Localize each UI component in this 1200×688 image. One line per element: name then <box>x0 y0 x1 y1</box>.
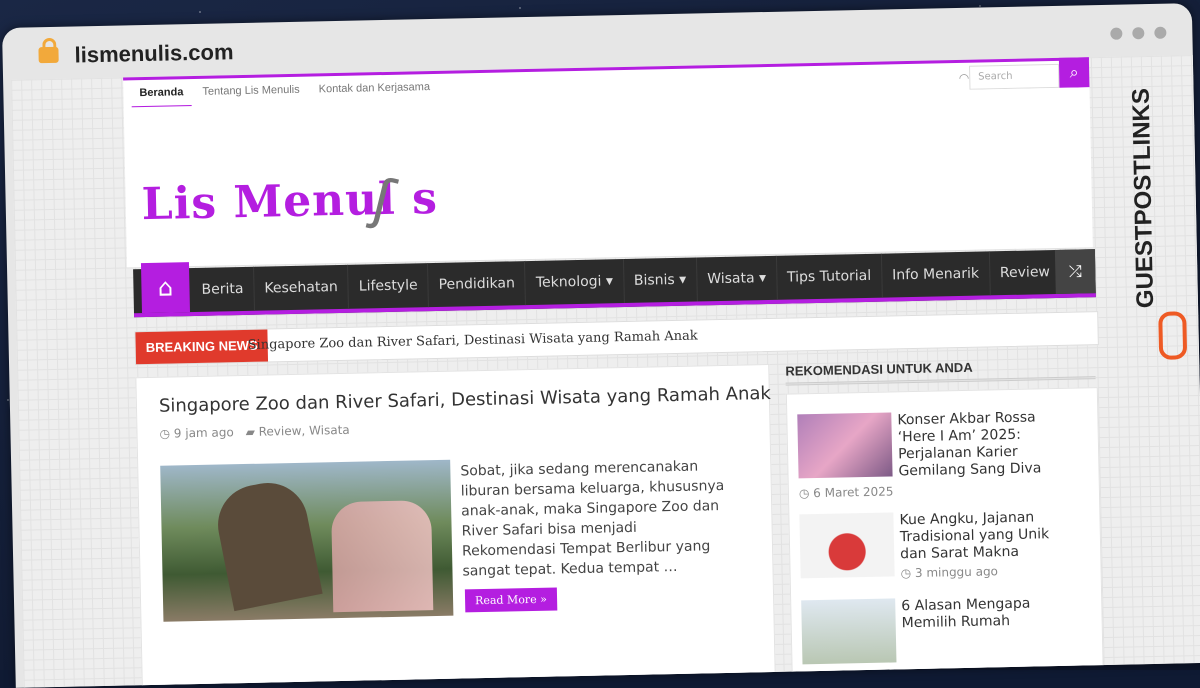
sidebar-item-date: ◷ 6 Maret 2025 <box>798 484 894 501</box>
top-nav-kontak[interactable]: Kontak dan Kerjasama <box>310 74 438 103</box>
rss-icon[interactable]: ◠ <box>959 71 970 85</box>
top-nav-tentang[interactable]: Tentang Lis Menulis <box>194 77 308 105</box>
breaking-news-bar: BREAKING NEWS Singapore Zoo dan River Sa… <box>134 311 1099 366</box>
window-dot-icon[interactable] <box>1132 27 1145 40</box>
tree-shape <box>211 475 323 612</box>
family-shape <box>331 500 434 613</box>
lock-icon <box>38 46 59 64</box>
post-card: Singapore Zoo dan River Safari, Destinas… <box>159 383 772 622</box>
link-icon <box>1158 311 1188 360</box>
post-excerpt: Sobat, jika sedang merencanakan liburan … <box>460 458 725 580</box>
watermark-text: GUESTPOSTLINKS <box>1127 87 1160 309</box>
post-image[interactable] <box>160 459 454 622</box>
post-categories[interactable]: Review, Wisata <box>259 423 350 439</box>
page-viewport: Beranda Tentang Lis Menulis Kontak dan K… <box>11 55 1200 688</box>
site-header: Lis Menul s ʃ <box>123 87 1093 268</box>
nav-item-berita[interactable]: Berita <box>191 266 255 313</box>
post-meta: ◷ 9 jam ago ▰ Review, Wisata <box>159 414 771 441</box>
sidebar: REKOMENDASI UNTUK ANDA Konser Akbar Ross… <box>785 357 1105 688</box>
sidebar-thumb[interactable] <box>801 598 897 665</box>
nav-item-wisata[interactable]: Wisata ▾ <box>696 255 778 302</box>
website: Beranda Tentang Lis Menulis Kontak dan K… <box>123 57 1105 688</box>
nav-item-kesehatan[interactable]: Kesehatan <box>253 264 350 311</box>
nav-item-pendidikan[interactable]: Pendidikan <box>428 261 527 308</box>
sidebar-item-title[interactable]: 6 Alasan Mengapa Memilih Rumah <box>901 595 1072 633</box>
nav-item-review[interactable]: Review <box>989 249 1062 296</box>
read-more-button[interactable]: Read More » <box>464 587 558 613</box>
sidebar-box: Konser Akbar Rossa ‘Here I Am’ 2025: Per… <box>785 387 1105 688</box>
nav-item-info-menarik[interactable]: Info Menarik <box>881 251 991 298</box>
window-dot-icon[interactable] <box>1154 26 1167 39</box>
nav-item-tips-tutorial[interactable]: Tips Tutorial <box>776 253 883 300</box>
sidebar-item-title[interactable]: Konser Akbar Rossa ‘Here I Am’ 2025: Per… <box>897 409 1068 481</box>
browser-window: lismenulis.com Beranda Tentang Lis Menul… <box>2 3 1200 688</box>
url-text[interactable]: lismenulis.com <box>74 39 233 68</box>
sidebar-title: REKOMENDASI UNTUK ANDA <box>785 357 1096 386</box>
search-input[interactable]: Search <box>969 63 1060 90</box>
sidebar-thumb[interactable] <box>799 512 895 579</box>
post-title[interactable]: Singapore Zoo dan River Safari, Destinas… <box>159 383 771 417</box>
sidebar-item-date: ◷ 3 minggu ago <box>900 564 999 581</box>
nav-item-teknologi[interactable]: Teknologi ▾ <box>525 259 625 306</box>
search-icon[interactable]: ⌕ <box>1058 57 1090 88</box>
sidebar-item[interactable]: 6 Alasan Mengapa Memilih Rumah <box>801 594 1091 665</box>
main-content: Singapore Zoo dan River Safari, Destinas… <box>135 364 777 688</box>
nav-item-lifestyle[interactable]: Lifestyle <box>348 263 430 309</box>
shuffle-icon[interactable]: ⤮ <box>1054 249 1096 294</box>
folder-icon: ▰ <box>245 424 255 439</box>
sidebar-item[interactable]: Konser Akbar Rossa ‘Here I Am’ 2025: Per… <box>797 408 1087 500</box>
clock-icon: ◷ <box>159 426 171 441</box>
post-time: 9 jam ago <box>173 425 234 441</box>
top-nav-beranda[interactable]: Beranda <box>131 79 192 109</box>
sidebar-item-title[interactable]: Kue Angku, Jajanan Tradisional yang Unik… <box>899 509 1070 564</box>
window-dot-icon[interactable] <box>1110 27 1123 40</box>
sidebar-date-text: 6 Maret 2025 <box>813 484 894 501</box>
breaking-news-headline[interactable]: Singapore Zoo dan River Safari, Destinas… <box>247 321 698 362</box>
window-controls <box>1100 24 1167 44</box>
sidebar-item[interactable]: Kue Angku, Jajanan Tradisional yang Unik… <box>799 508 1089 580</box>
nav-item-bisnis[interactable]: Bisnis ▾ <box>623 257 698 304</box>
home-icon[interactable]: ⌂ <box>140 262 190 314</box>
sidebar-thumb[interactable] <box>797 412 893 479</box>
sidebar-date-text: 3 minggu ago <box>914 564 999 580</box>
guestpostlinks-watermark: GUESTPOSTLINKS <box>1128 63 1188 364</box>
